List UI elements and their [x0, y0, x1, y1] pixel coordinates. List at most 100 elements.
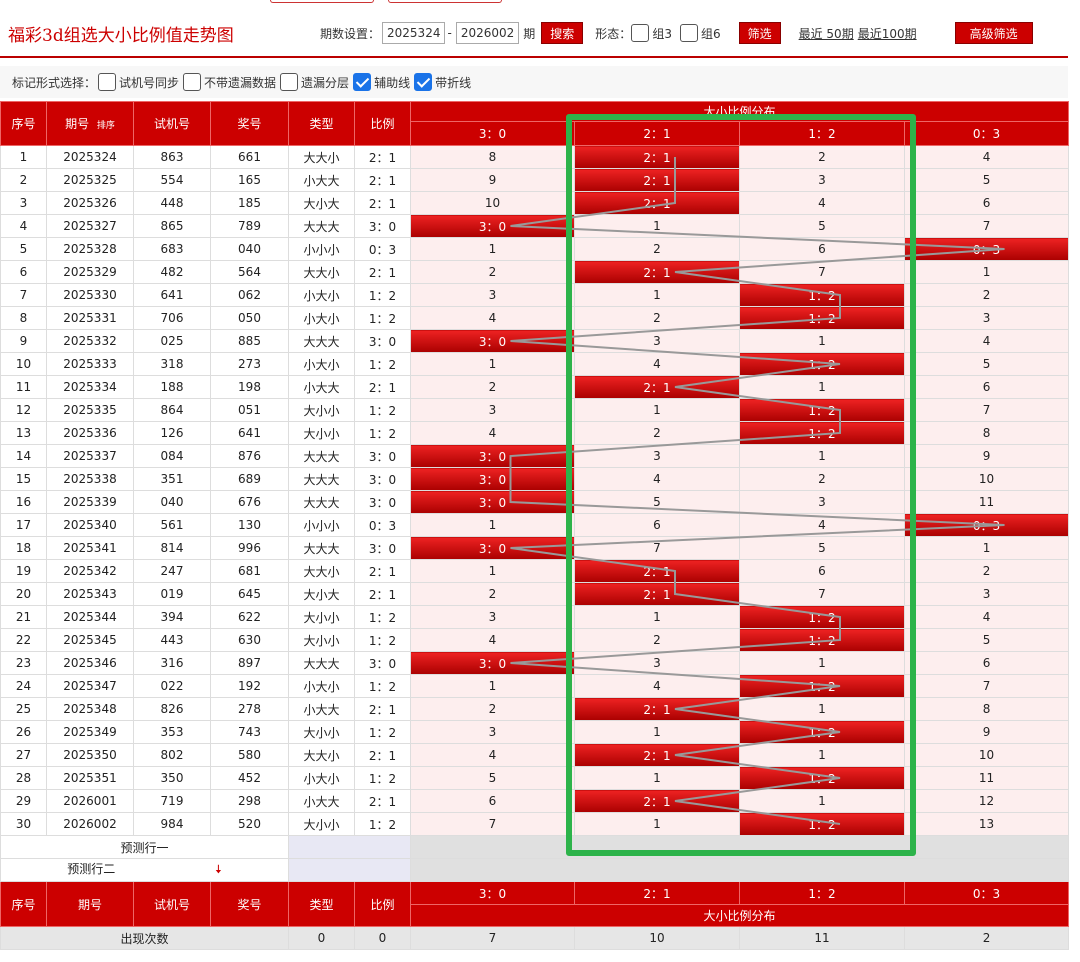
cell-award: 622	[210, 605, 289, 629]
cell-type: 大大大	[288, 490, 355, 514]
cell-award: 192	[210, 674, 289, 698]
table-row: 15 2025338 351 689 大大大 3：0 3：0 4 2 10	[0, 467, 1070, 491]
missing-layer-checkbox[interactable]	[280, 73, 299, 91]
hit-cell-r12: 1：2	[739, 812, 905, 836]
miss-cell-r12: 1	[739, 375, 905, 399]
table-row: 5 2025328 683 040 小小小 0：3 1 2 6 0：3	[0, 237, 1070, 261]
col-header-period[interactable]: 期号 排序	[46, 101, 134, 146]
cell-ratio: 1：2	[354, 398, 411, 422]
miss-cell-r30: 8	[410, 145, 575, 169]
hit-cell-r12: 1：2	[739, 766, 905, 790]
cell-type: 大大小	[288, 260, 355, 284]
recent-100-link[interactable]: 最近100期	[858, 25, 917, 42]
footer-header-r03: 0：3	[903, 881, 1070, 905]
cell-ratio: 1：2	[354, 628, 411, 652]
cell-ratio: 1：2	[354, 766, 411, 790]
arrow-down-icon[interactable]: 🠇	[215, 862, 222, 876]
miss-cell-r21: 7	[574, 536, 740, 560]
top-tab-left[interactable]	[270, 0, 374, 3]
predict-row-2-area[interactable]	[409, 858, 1070, 882]
table-row: 23 2025346 316 897 大大大 3：0 3：0 3 1 6	[0, 651, 1070, 675]
advanced-filter-button[interactable]: 高级筛选	[954, 22, 1033, 44]
footer-header-test: 试机号	[133, 881, 211, 927]
cell-test: 641	[133, 283, 211, 307]
table-row: 6 2025329 482 564 大大小 2：1 2 2：1 7 1	[0, 260, 1070, 284]
footer-header-r21: 2：1	[574, 881, 740, 905]
aux-line-checkbox[interactable]	[353, 73, 372, 91]
no-missing-label: 不带遗漏数据	[204, 75, 277, 90]
footer-header-period: 期号	[46, 881, 134, 927]
hit-cell-r12: 1：2	[739, 421, 905, 445]
hit-cell-r21: 2：1	[574, 260, 740, 284]
filter-button[interactable]: 筛选	[738, 22, 781, 44]
group6-checkbox[interactable]	[679, 24, 698, 42]
miss-cell-r21: 4	[574, 352, 740, 376]
cell-seq: 2	[0, 168, 47, 192]
miss-cell-r03: 4	[903, 329, 1070, 353]
miss-cell-r12: 3	[739, 490, 905, 514]
miss-cell-r30: 9	[410, 168, 575, 192]
cell-award: 676	[210, 490, 289, 514]
top-tab-right[interactable]	[388, 0, 502, 3]
cell-test: 022	[133, 674, 211, 698]
miss-cell-r03: 5	[903, 168, 1070, 192]
cell-period: 2025330	[46, 283, 134, 307]
miss-cell-r21: 1	[574, 398, 740, 422]
cell-type: 小大大	[288, 168, 355, 192]
period-from-input[interactable]: 2025324	[382, 22, 446, 44]
cell-award: 130	[210, 513, 289, 537]
no-missing-checkbox[interactable]	[183, 73, 202, 91]
predict-row-1-input[interactable]	[288, 835, 411, 859]
sort-link[interactable]: 排序	[97, 121, 115, 131]
cell-period: 2025332	[46, 329, 134, 353]
miss-cell-r03: 5	[903, 628, 1070, 652]
search-button[interactable]: 搜索	[541, 22, 584, 44]
footer-header-award: 奖号	[210, 881, 289, 927]
cell-ratio: 1：2	[354, 306, 411, 330]
period-to-input[interactable]: 2026002	[455, 22, 520, 44]
cell-type: 大大大	[288, 651, 355, 675]
hit-cell-r21: 2：1	[574, 191, 740, 215]
period-unit: 期	[523, 26, 536, 41]
footer-header-seq: 序号	[0, 881, 47, 927]
table-row: 1 2025324 863 661 大大小 2：1 8 2：1 2 4	[0, 145, 1070, 169]
group3-checkbox[interactable]	[631, 24, 650, 42]
miss-cell-r12: 3	[739, 168, 905, 192]
miss-cell-r12: 1	[739, 789, 905, 813]
miss-cell-r03: 8	[903, 421, 1070, 445]
table-row: 10 2025333 318 273 小大小 1：2 1 4 1：2 5	[0, 352, 1070, 376]
cell-award: 661	[210, 145, 289, 169]
table-body: 1 2025324 863 661 大大小 2：1 8 2：1 2 4 2 2025325 554 165…	[0, 145, 1070, 836]
col-header-r21: 2：1	[574, 121, 740, 146]
miss-cell-r30: 1	[410, 513, 575, 537]
hit-cell-r21: 2：1	[574, 145, 740, 169]
cell-period: 2025336	[46, 421, 134, 445]
cell-seq: 21	[0, 605, 47, 629]
predict-row-1-area[interactable]	[409, 835, 1070, 859]
cell-seq: 1	[0, 145, 47, 169]
predict-row-2-input[interactable]	[288, 858, 411, 882]
miss-cell-r12: 1	[739, 329, 905, 353]
cell-test: 188	[133, 375, 211, 399]
miss-cell-r30: 2	[410, 697, 575, 721]
table-row: 25 2025348 826 278 小大大 2：1 2 2：1 1 8	[0, 697, 1070, 721]
cell-award: 689	[210, 467, 289, 491]
miss-cell-r21: 2	[574, 628, 740, 652]
cell-award: 996	[210, 536, 289, 560]
cell-ratio: 0：3	[354, 237, 411, 261]
fold-line-checkbox[interactable]	[414, 73, 433, 91]
hit-cell-r12: 1：2	[739, 398, 905, 422]
miss-cell-r21: 1	[574, 720, 740, 744]
cell-seq: 20	[0, 582, 47, 606]
miss-cell-r12: 5	[739, 214, 905, 238]
aux-line-label: 辅助线	[374, 75, 411, 90]
hit-cell-r21: 2：1	[574, 697, 740, 721]
count-r12: 11	[739, 926, 905, 950]
miss-cell-r21: 1	[574, 766, 740, 790]
recent-50-link[interactable]: 最近 50期	[799, 25, 854, 42]
cell-seq: 4	[0, 214, 47, 238]
miss-cell-r30: 6	[410, 789, 575, 813]
sync-test-checkbox[interactable]	[98, 73, 117, 91]
table-row: 9 2025332 025 885 大大大 3：0 3：0 3 1 4	[0, 329, 1070, 353]
cell-seq: 28	[0, 766, 47, 790]
